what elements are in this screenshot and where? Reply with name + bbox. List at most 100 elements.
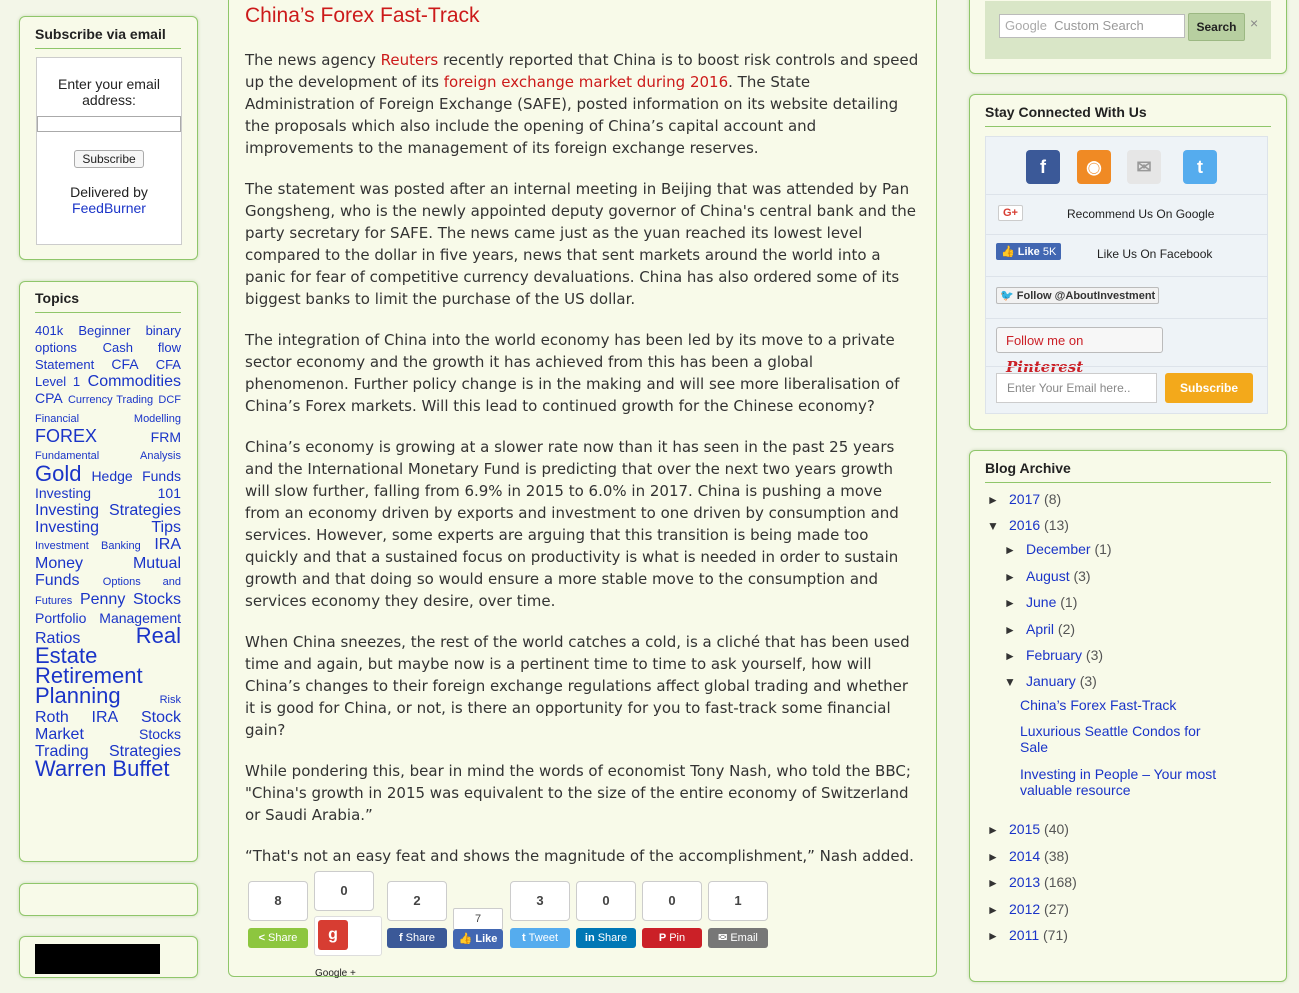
facebook-icon[interactable]: f bbox=[1026, 150, 1060, 184]
pinterest-follow-button[interactable]: Follow me on Pinterest bbox=[996, 327, 1163, 376]
topic-tag-link[interactable]: 401k bbox=[35, 323, 63, 338]
topic-tag-link[interactable]: Roth IRA bbox=[35, 709, 118, 726]
newsletter-subscribe-button[interactable]: Subscribe bbox=[1165, 373, 1253, 403]
archive-year-link[interactable]: 2011 bbox=[1009, 927, 1039, 943]
gplus-button[interactable]: g Google + bbox=[314, 916, 382, 979]
facebook-like-button[interactable]: 👍 Like bbox=[453, 929, 503, 949]
collapsed-arrow-icon[interactable]: ► bbox=[987, 903, 1009, 917]
archive-post-link[interactable]: Investing in People – Your most valuable… bbox=[1020, 766, 1230, 798]
topic-tag-link[interactable]: Beginner bbox=[78, 323, 130, 338]
archive-year-link[interactable]: 2013 bbox=[1009, 874, 1040, 890]
gplus-badge[interactable]: G+ bbox=[998, 205, 1023, 221]
topic-tag-link[interactable]: Investment Banking bbox=[35, 540, 141, 552]
topic-tag-link[interactable]: FRM bbox=[151, 429, 181, 445]
archive-year-2012: ► 2012 (27) bbox=[987, 901, 1069, 917]
topic-tag-link[interactable]: Investing Tips bbox=[35, 519, 181, 536]
topic-tag-link[interactable]: Money bbox=[35, 555, 83, 572]
pinterest-follow-label: Follow me on bbox=[1006, 333, 1084, 348]
topic-tag-link[interactable]: FOREX bbox=[35, 426, 97, 446]
topic-tag-link[interactable]: Penny Stocks bbox=[80, 591, 181, 608]
topic-tag-link[interactable]: Commodities bbox=[88, 373, 181, 390]
facebook-like-count: 7 bbox=[453, 908, 503, 930]
topic-tag-link[interactable]: Investing Strategies bbox=[35, 502, 181, 519]
archive-month-february: ► February (3) bbox=[1004, 647, 1103, 663]
topic-tag-link[interactable]: CFA bbox=[111, 356, 138, 372]
paragraph-5: When China sneezes, the rest of the worl… bbox=[245, 633, 910, 739]
facebook-like-widget[interactable]: 👍 Like 5K bbox=[996, 243, 1062, 260]
topic-tag-link[interactable]: Investing 101 bbox=[35, 485, 181, 501]
archive-year-2017: ► 2017 (8) bbox=[987, 491, 1061, 507]
rss-icon[interactable]: ◉ bbox=[1077, 150, 1111, 184]
collapsed-arrow-icon[interactable]: ► bbox=[1004, 543, 1026, 557]
collapsed-arrow-icon[interactable]: ► bbox=[987, 823, 1009, 837]
archive-month-link[interactable]: December bbox=[1026, 541, 1091, 557]
tweet-button[interactable]: t Tweet bbox=[510, 928, 570, 948]
archive-year-link[interactable]: 2016 bbox=[1009, 517, 1040, 533]
collapsed-arrow-icon[interactable]: ► bbox=[987, 850, 1009, 864]
linkedin-share-button[interactable]: in Share bbox=[576, 928, 636, 948]
twitter-bird-icon: 🐦 bbox=[1000, 290, 1014, 302]
archive-year-link[interactable]: 2014 bbox=[1009, 848, 1040, 864]
forex-market-link[interactable]: foreign exchange market during 2016 bbox=[444, 73, 728, 91]
topic-tag-link[interactable]: CPA bbox=[35, 390, 63, 406]
archive-month-link[interactable]: February bbox=[1026, 647, 1082, 663]
archive-year-2013: ► 2013 (168) bbox=[987, 874, 1077, 890]
archive-post-link[interactable]: China’s Forex Fast-Track bbox=[1020, 697, 1220, 713]
archive-month-link[interactable]: June bbox=[1026, 594, 1056, 610]
topic-tag-link[interactable]: DCF bbox=[158, 394, 181, 406]
search-widget: Google Custom Search Search × bbox=[969, 0, 1287, 74]
close-icon[interactable]: × bbox=[1250, 15, 1258, 31]
topic-tag-link[interactable]: Warren Buffet bbox=[35, 756, 170, 781]
newsletter-row: Enter Your Email here.. Subscribe bbox=[986, 366, 1267, 414]
collapsed-arrow-icon[interactable]: ► bbox=[987, 876, 1009, 890]
archive-year-link[interactable]: 2012 bbox=[1009, 901, 1040, 917]
archive-count: (168) bbox=[1044, 874, 1077, 890]
twitter-icon[interactable]: t bbox=[1183, 150, 1217, 184]
post-title: China’s Forex Fast-Track bbox=[245, 4, 480, 27]
share-count: 8 bbox=[248, 881, 308, 921]
twitter-follow-button[interactable]: 🐦 Follow @AboutInvestment bbox=[996, 287, 1160, 304]
collapsed-arrow-icon[interactable]: ► bbox=[1004, 570, 1026, 584]
topic-tag-link[interactable]: Retirement Planning bbox=[35, 663, 143, 708]
search-input[interactable]: Google Custom Search bbox=[999, 14, 1185, 38]
archive-post-link[interactable]: Luxurious Seattle Condos for Sale bbox=[1020, 723, 1220, 755]
search-button[interactable]: Search bbox=[1188, 13, 1245, 41]
newsletter-email-input[interactable]: Enter Your Email here.. bbox=[996, 373, 1157, 403]
subscribe-title: Subscribe via email bbox=[35, 26, 181, 49]
subscribe-email-input[interactable] bbox=[37, 116, 181, 132]
topic-tag-link[interactable]: Risk bbox=[160, 694, 181, 706]
subscribe-button[interactable]: Subscribe bbox=[74, 150, 144, 168]
paragraph-3: The integration of China into the world … bbox=[245, 331, 900, 415]
topic-tag-link[interactable]: Hedge Funds bbox=[91, 468, 181, 484]
archive-month-link[interactable]: April bbox=[1026, 621, 1054, 637]
feedburner-link[interactable]: FeedBurner bbox=[72, 200, 146, 216]
pinterest-row: Follow me on Pinterest bbox=[986, 318, 1267, 376]
archive-month-link[interactable]: August bbox=[1026, 568, 1070, 584]
email-share-count: 1 bbox=[708, 881, 768, 921]
topic-tag-link[interactable]: IRA bbox=[154, 536, 181, 553]
topic-tag-link[interactable]: Currency Trading bbox=[68, 394, 153, 406]
topic-tag-link[interactable]: Financial Modelling bbox=[35, 413, 181, 425]
collapsed-arrow-icon[interactable]: ► bbox=[1004, 649, 1026, 663]
blog-archive-widget: Blog Archive ► 2017 (8) ▼ 2016 (13) ► Decem… bbox=[969, 450, 1287, 982]
banner-widget bbox=[19, 936, 198, 978]
collapsed-arrow-icon[interactable]: ► bbox=[987, 929, 1009, 943]
topic-tag-link[interactable]: Gold bbox=[35, 461, 81, 486]
email-icon[interactable]: ✉ bbox=[1127, 150, 1161, 184]
share-button[interactable]: < Share bbox=[248, 928, 308, 948]
email-share-button[interactable]: ✉ Email bbox=[708, 928, 768, 948]
archive-year-link[interactable]: 2015 bbox=[1009, 821, 1040, 837]
collapsed-arrow-icon[interactable]: ► bbox=[987, 493, 1009, 507]
archive-year-link[interactable]: 2017 bbox=[1009, 491, 1040, 507]
topic-tag-link[interactable]: Stocks bbox=[139, 726, 181, 742]
share-button-label: Share bbox=[268, 932, 298, 944]
collapsed-arrow-icon[interactable]: ► bbox=[1004, 623, 1026, 637]
search-placeholder: Custom Search bbox=[1054, 18, 1144, 33]
archive-month-link[interactable]: January bbox=[1026, 673, 1076, 689]
expanded-arrow-icon[interactable]: ▼ bbox=[987, 519, 1009, 533]
reuters-link[interactable]: Reuters bbox=[381, 51, 439, 69]
expanded-arrow-icon[interactable]: ▼ bbox=[1004, 675, 1026, 689]
facebook-share-button[interactable]: f Share bbox=[387, 928, 447, 948]
pin-button[interactable]: P Pin bbox=[642, 928, 702, 948]
collapsed-arrow-icon[interactable]: ► bbox=[1004, 596, 1026, 610]
